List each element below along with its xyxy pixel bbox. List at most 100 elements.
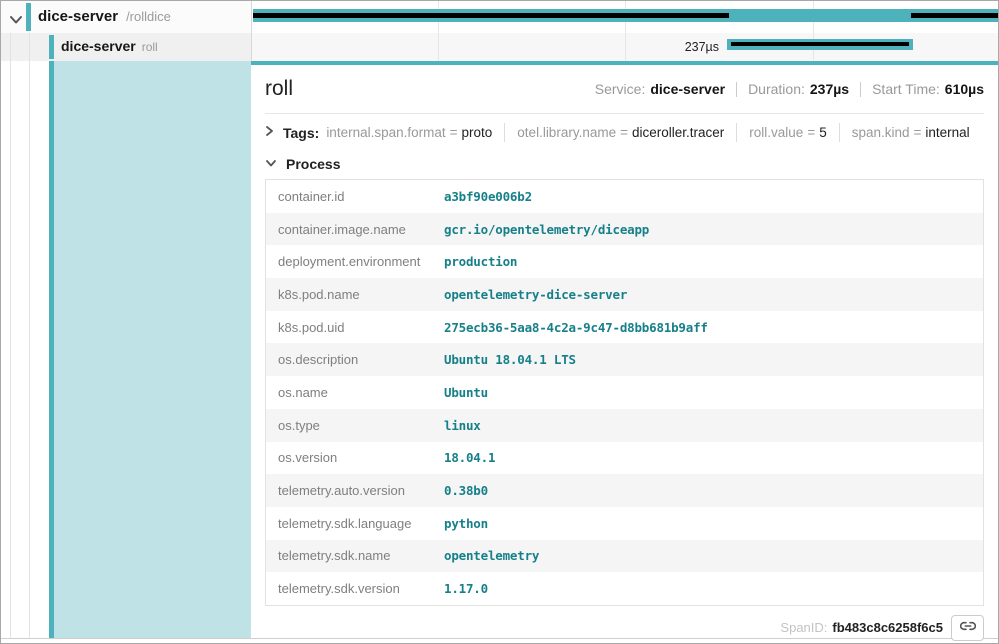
span-id-label: SpanID:	[780, 620, 827, 635]
span-title: roll	[265, 77, 293, 101]
process-row: telemetry.auto.version0.38b0	[266, 474, 983, 507]
tag-list: internal.span.format = proto otel.library.…	[326, 123, 969, 142]
tags-label: Tags:	[283, 125, 319, 141]
tag-key: roll.value	[749, 125, 803, 140]
span-detail-panel: roll Service: dice-server Duration: 237µ…	[251, 61, 998, 638]
process-row: os.version18.04.1	[266, 442, 983, 475]
span-meta: Service: dice-server Duration: 237µs Sta…	[595, 81, 984, 97]
span-id-value: fb483c8c6258f6c5	[832, 620, 943, 635]
process-table: container.ida3bf90e006b2 container.image…	[265, 179, 984, 606]
process-value: production	[444, 254, 517, 269]
span-bar-roll[interactable]	[727, 39, 913, 50]
process-value: 275ecb36-5aa8-4c2a-9c47-d8bb681b9aff	[444, 320, 708, 335]
process-row: k8s.pod.uid275ecb36-5aa8-4c2a-9c47-d8bb6…	[266, 311, 983, 344]
process-key: os.version	[266, 450, 444, 465]
tag-value: diceroller.tracer	[632, 125, 724, 140]
tag-key: internal.span.format	[326, 125, 445, 140]
process-row: k8s.pod.nameopentelemetry-dice-server	[266, 278, 983, 311]
span-detail-footer: SpanID: fb483c8c6258f6c5	[265, 606, 984, 641]
operation-name: /rolldice	[126, 9, 171, 24]
process-key: deployment.environment	[266, 254, 444, 269]
process-section-toggle[interactable]: Process	[265, 150, 984, 179]
span-name-rolldice: dice-server/rolldice	[38, 8, 171, 26]
process-key: telemetry.sdk.version	[266, 581, 444, 596]
process-key: telemetry.sdk.name	[266, 548, 444, 563]
tag-value: 5	[819, 125, 827, 140]
process-value: Ubuntu 18.04.1 LTS	[444, 352, 576, 367]
process-value: 18.04.1	[444, 450, 495, 465]
tag-separator	[839, 123, 840, 142]
process-row: os.descriptionUbuntu 18.04.1 LTS	[266, 343, 983, 376]
tags-section-toggle[interactable]: Tags: internal.span.format = proto otel.li…	[265, 114, 984, 150]
link-icon	[960, 618, 976, 637]
operation-name: roll	[142, 40, 158, 54]
process-value: Ubuntu	[444, 385, 488, 400]
span-name-roll: dice-server roll	[61, 38, 158, 56]
tag-item: span.kind =internal	[852, 125, 970, 140]
tag-separator	[736, 123, 737, 142]
process-value: linux	[444, 418, 481, 433]
start-time-label: Start Time:	[872, 81, 940, 97]
span-color-bar	[26, 3, 31, 31]
tag-key: otel.library.name	[517, 125, 616, 140]
process-key: k8s.pod.uid	[266, 320, 444, 335]
process-row: telemetry.sdk.nameopentelemetry	[266, 540, 983, 573]
span-bar-rolldice[interactable]	[253, 9, 998, 22]
process-value: a3bf90e006b2	[444, 189, 532, 204]
process-row: os.typelinux	[266, 409, 983, 442]
process-value: 0.38b0	[444, 483, 488, 498]
process-key: os.name	[266, 385, 444, 400]
process-row: telemetry.sdk.languagepython	[266, 507, 983, 540]
process-row: os.nameUbuntu	[266, 376, 983, 409]
tag-equals: =	[914, 125, 922, 140]
span-duration-label: 237µs	[601, 40, 719, 54]
selected-span-tint[interactable]	[54, 61, 251, 638]
meta-separator	[736, 82, 737, 97]
process-row: deployment.environmentproduction	[266, 245, 983, 278]
indent-guide	[29, 61, 30, 638]
deep-link-button[interactable]	[951, 615, 984, 641]
process-key: container.image.name	[266, 222, 444, 237]
process-key: telemetry.sdk.language	[266, 516, 444, 531]
tag-equals: =	[450, 125, 458, 140]
process-value: gcr.io/opentelemetry/diceapp	[444, 222, 649, 237]
span-color-bar	[49, 35, 54, 59]
tag-key: span.kind	[852, 125, 910, 140]
process-value: python	[444, 516, 488, 531]
process-value: 1.17.0	[444, 581, 488, 596]
tag-equals: =	[807, 125, 815, 140]
critical-path-segment	[911, 13, 998, 18]
process-key: os.description	[266, 352, 444, 367]
service-name: dice-server	[61, 38, 136, 54]
process-key: container.id	[266, 189, 444, 204]
critical-path-segment	[731, 42, 909, 46]
tag-equals: =	[620, 125, 628, 140]
process-label: Process	[286, 156, 340, 172]
chevron-down-icon[interactable]	[9, 12, 23, 22]
span-detail-header: roll Service: dice-server Duration: 237µ…	[265, 65, 984, 114]
service-name: dice-server	[38, 8, 118, 25]
tag-item: roll.value = 5	[749, 125, 826, 140]
chevron-right-icon	[265, 125, 274, 140]
service-value: dice-server	[650, 81, 725, 97]
duration-value: 237µs	[810, 81, 849, 97]
process-row: telemetry.sdk.version1.17.0	[266, 572, 983, 605]
start-time-value: 610µs	[945, 81, 984, 97]
process-key: os.type	[266, 418, 444, 433]
chevron-down-icon	[265, 155, 277, 173]
process-value: opentelemetry-dice-server	[444, 287, 627, 302]
process-row: container.ida3bf90e006b2	[266, 180, 983, 213]
indent-guide	[10, 61, 11, 638]
tag-value: proto	[462, 125, 493, 140]
jaeger-trace-detail-view: dice-server/rolldice dice-server roll 237…	[0, 0, 999, 644]
process-key: k8s.pod.name	[266, 287, 444, 302]
process-value: opentelemetry	[444, 548, 539, 563]
tag-item: internal.span.format = proto	[326, 125, 492, 140]
tag-value: internal	[925, 125, 969, 140]
process-key: telemetry.auto.version	[266, 483, 444, 498]
critical-path-segment	[253, 13, 729, 18]
service-label: Service:	[595, 81, 646, 97]
meta-separator	[860, 82, 861, 97]
process-row: container.image.namegcr.io/opentelemetry…	[266, 213, 983, 246]
tag-item: otel.library.name = diceroller.tracer	[517, 125, 724, 140]
